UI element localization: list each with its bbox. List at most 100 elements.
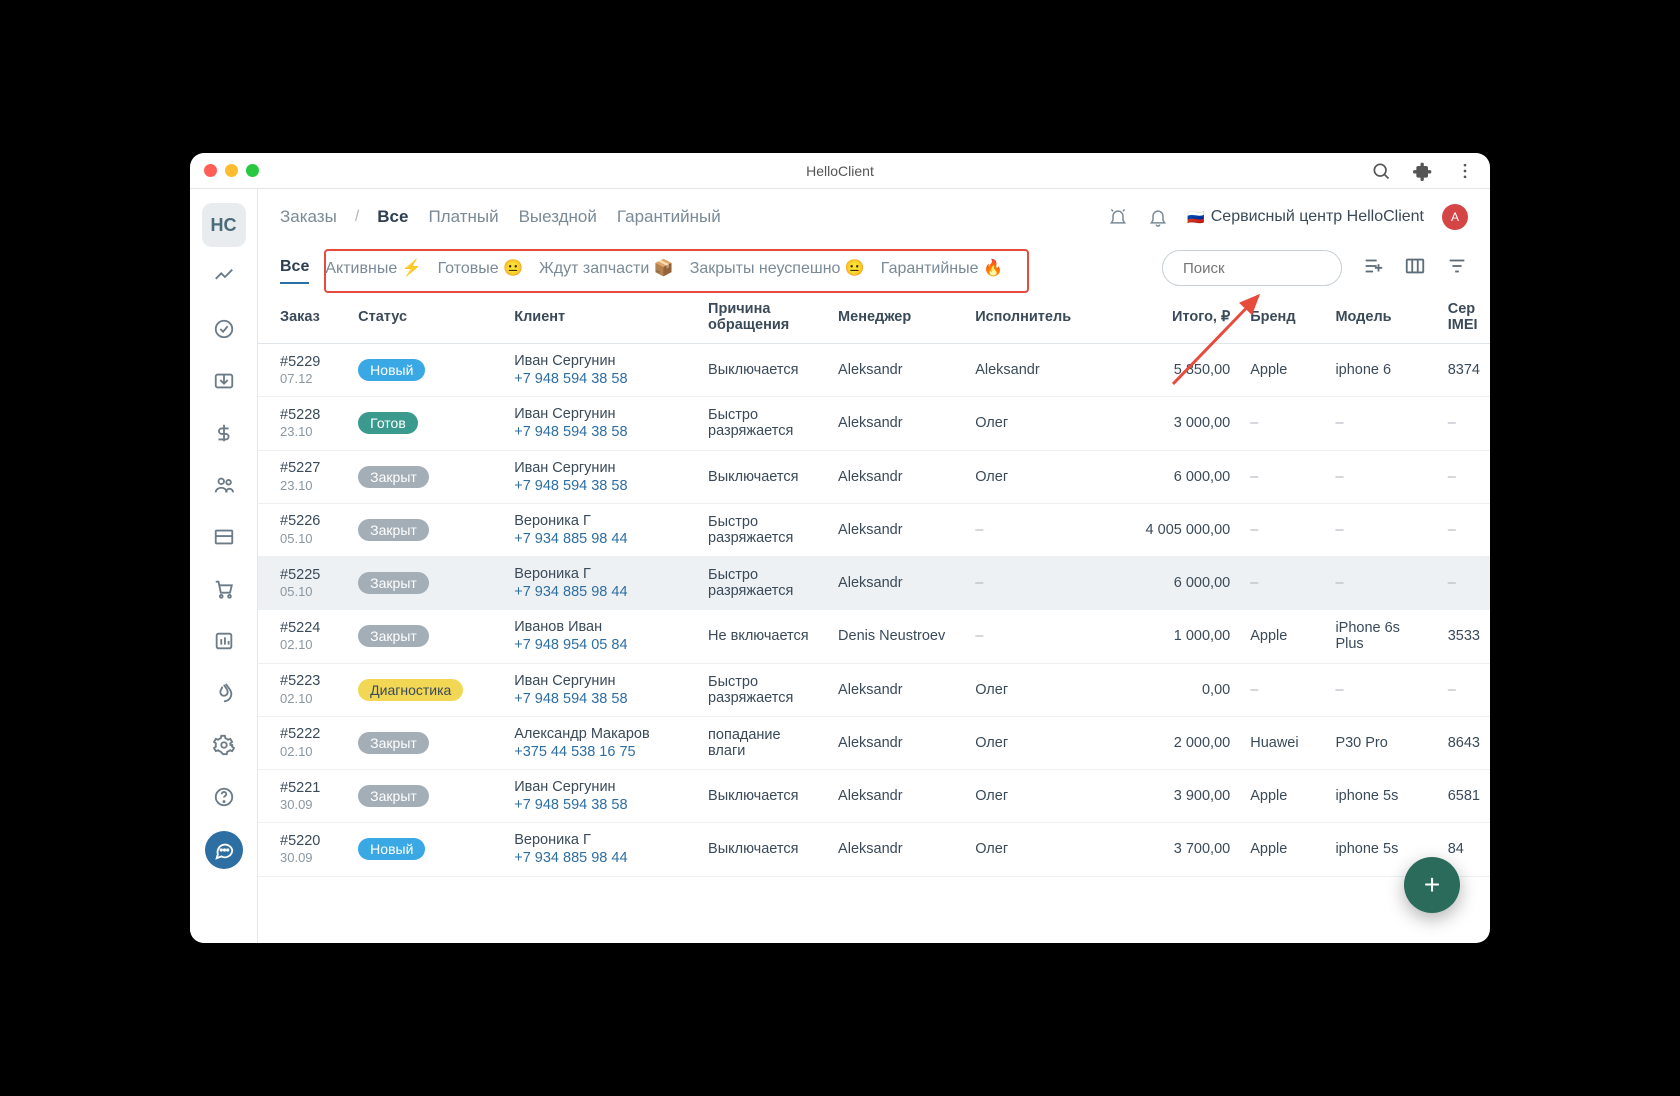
kebab-menu-icon[interactable] (1454, 160, 1476, 182)
col-serial[interactable]: Сер IMEI (1438, 291, 1490, 344)
close-window-icon[interactable] (204, 164, 217, 177)
search-input[interactable] (1183, 260, 1382, 277)
type-tab-onsite[interactable]: Выездной (519, 207, 597, 227)
filter-button[interactable] (1446, 255, 1468, 282)
client-phone[interactable]: +7 948 594 38 58 (514, 477, 688, 495)
table-row[interactable]: #522907.12 Новый Иван Сергунин+7 948 594… (258, 344, 1490, 397)
table-row[interactable]: #522402.10 Закрыт Иванов Иван+7 948 954 … (258, 610, 1490, 663)
col-total[interactable]: Итого, ₽ (1110, 291, 1241, 344)
client-phone[interactable]: +7 948 594 38 58 (514, 370, 688, 388)
nav-inventory[interactable] (202, 515, 246, 559)
client-phone[interactable]: +7 948 594 38 58 (514, 690, 688, 708)
nav-tasks[interactable] (202, 307, 246, 351)
bell-icon[interactable] (1147, 206, 1169, 228)
col-model[interactable]: Модель (1325, 291, 1437, 344)
total: 3 900,00 (1110, 770, 1241, 823)
brand: Apple (1240, 770, 1325, 823)
table-row[interactable]: #522030.09 Новый Вероника Г+7 934 885 98… (258, 823, 1490, 876)
status-badge: Закрыт (358, 732, 429, 754)
manager: Denis Neustroev (828, 610, 965, 663)
orders-table-wrap: Заказ Статус Клиент Причина обращения Ме… (258, 291, 1490, 943)
filter-tab-active[interactable]: Активные ⚡ (325, 252, 421, 284)
model: P30 Pro (1325, 716, 1437, 769)
brand: Apple (1240, 344, 1325, 397)
order-id: #5221 (280, 780, 338, 797)
table-row[interactable]: #522505.10 Закрыт Вероника Г+7 934 885 9… (258, 557, 1490, 610)
status-badge: Новый (358, 359, 425, 381)
model: iPhone 6s Plus (1325, 610, 1437, 663)
type-tab-all[interactable]: Все (377, 207, 408, 227)
search-icon[interactable] (1370, 160, 1392, 182)
total: 1 000,00 (1110, 610, 1241, 663)
brand: – (1240, 557, 1325, 610)
client-name: Александр Макаров (514, 725, 688, 743)
maximize-window-icon[interactable] (246, 164, 259, 177)
columns-button[interactable] (1404, 255, 1426, 282)
manager: Aleksandr (828, 770, 965, 823)
client-phone[interactable]: +375 44 538 16 75 (514, 743, 688, 761)
serial: – (1438, 397, 1490, 450)
nav-analytics[interactable] (202, 255, 246, 299)
col-manager[interactable]: Менеджер (828, 291, 965, 344)
client-phone[interactable]: +7 948 594 38 58 (514, 423, 688, 441)
col-order[interactable]: Заказ (258, 291, 348, 344)
table-row[interactable]: #522723.10 Закрыт Иван Сергунин+7 948 59… (258, 450, 1490, 503)
table-row[interactable]: #522302.10 Диагностика Иван Сергунин+7 9… (258, 663, 1490, 716)
extension-icon[interactable] (1412, 160, 1434, 182)
table-row[interactable]: #522130.09 Закрыт Иван Сергунин+7 948 59… (258, 770, 1490, 823)
type-tab-warranty[interactable]: Гарантийный (617, 207, 721, 227)
col-client[interactable]: Клиент (504, 291, 698, 344)
search-field[interactable] (1162, 250, 1342, 286)
col-assignee[interactable]: Исполнитель (965, 291, 1110, 344)
app-logo[interactable]: HC (202, 203, 246, 247)
filter-tab-waiting-parts[interactable]: Ждут запчасти 📦 (539, 252, 674, 284)
serial: – (1438, 557, 1490, 610)
bell-alert-icon[interactable] (1107, 206, 1129, 228)
window-title: HelloClient (806, 163, 874, 179)
table-row[interactable]: #522605.10 Закрыт Вероника Г+7 934 885 9… (258, 503, 1490, 556)
nav-inbox[interactable] (202, 359, 246, 403)
client-name: Иван Сергунин (514, 672, 688, 690)
model: iphone 6 (1325, 344, 1437, 397)
nav-reports[interactable] (202, 619, 246, 663)
client-phone[interactable]: +7 934 885 98 44 (514, 530, 688, 548)
fab-add-order[interactable]: + (1404, 857, 1460, 913)
type-tab-paid[interactable]: Платный (428, 207, 498, 227)
table-row[interactable]: #522823.10 Готов Иван Сергунин+7 948 594… (258, 397, 1490, 450)
center-selector[interactable]: 🇷🇺 Сервисный центр HelloClient (1187, 208, 1424, 226)
serial: 8643 (1438, 716, 1490, 769)
client-phone[interactable]: +7 948 954 05 84 (514, 636, 688, 654)
client-phone[interactable]: +7 948 594 38 58 (514, 796, 688, 814)
add-filter-button[interactable] (1362, 255, 1384, 282)
minimize-window-icon[interactable] (225, 164, 238, 177)
filter-tab-all[interactable]: Все (280, 252, 309, 284)
filter-tab-warranty[interactable]: Гарантийные 🔥 (881, 252, 1003, 284)
col-reason[interactable]: Причина обращения (698, 291, 828, 344)
order-date: 30.09 (280, 797, 338, 813)
avatar[interactable]: A (1442, 204, 1468, 230)
brand: Huawei (1240, 716, 1325, 769)
client-name: Вероника Г (514, 512, 688, 530)
table-row[interactable]: #522202.10 Закрыт Александр Макаров+375 … (258, 716, 1490, 769)
flag-icon: 🇷🇺 (1187, 209, 1204, 226)
filter-tab-ready[interactable]: Готовые 😐 (438, 252, 523, 284)
reason: Быстро разряжается (698, 397, 828, 450)
nav-finance[interactable] (202, 411, 246, 455)
table-header-row: Заказ Статус Клиент Причина обращения Ме… (258, 291, 1490, 344)
client-phone[interactable]: +7 934 885 98 44 (514, 849, 688, 867)
filter-tab-failed[interactable]: Закрыты неуспешно 😐 (690, 252, 865, 284)
client-name: Вероника Г (514, 565, 688, 583)
breadcrumb-sep: / (355, 208, 359, 226)
nav-help[interactable] (202, 775, 246, 819)
nav-chat[interactable] (205, 831, 243, 869)
total: 3 000,00 (1110, 397, 1241, 450)
nav-settings[interactable] (202, 723, 246, 767)
nav-clients[interactable] (202, 463, 246, 507)
client-phone[interactable]: +7 934 885 98 44 (514, 583, 688, 601)
breadcrumb-root[interactable]: Заказы (280, 207, 337, 227)
col-status[interactable]: Статус (348, 291, 504, 344)
nav-shop[interactable] (202, 567, 246, 611)
col-brand[interactable]: Бренд (1240, 291, 1325, 344)
status-badge: Закрыт (358, 785, 429, 807)
nav-hot[interactable] (202, 671, 246, 715)
